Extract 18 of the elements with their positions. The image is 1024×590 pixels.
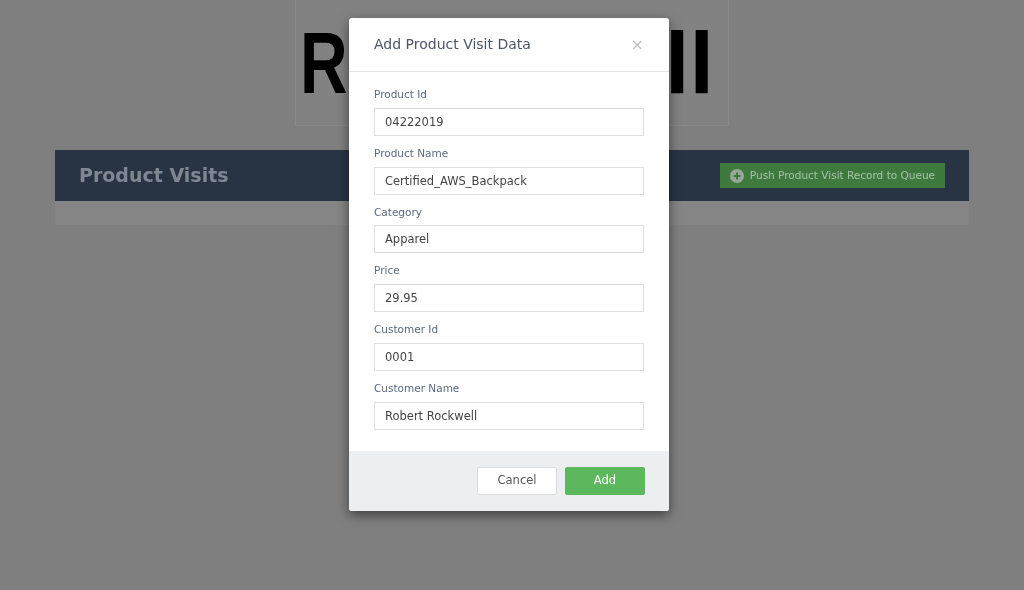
- input-field[interactable]: 04222019: [374, 107, 644, 136]
- input-field[interactable]: Apparel: [374, 225, 644, 254]
- field-label: Price: [374, 263, 401, 279]
- input-field[interactable]: Certified_AWS_Backpack: [374, 166, 644, 195]
- modal-title: Add Product Visit Data: [374, 35, 531, 54]
- field-label: Category: [374, 204, 423, 220]
- field-label: Product Id: [374, 87, 428, 102]
- logo-text: R: [300, 18, 348, 107]
- input-field[interactable]: 0001: [374, 342, 644, 371]
- field-label: Customer Id: [374, 322, 440, 337]
- field-label: Customer Name: [374, 380, 461, 396]
- cancel-button[interactable]: Cancel: [477, 466, 557, 495]
- logo-text: ll: [665, 18, 714, 107]
- panel-title: Product Visits: [79, 163, 229, 189]
- input-field[interactable]: Robert Rockwell: [374, 401, 644, 430]
- plus-circle-icon: [729, 168, 744, 183]
- field-label: Product Name: [374, 145, 450, 161]
- input-field[interactable]: 29.95: [374, 284, 644, 312]
